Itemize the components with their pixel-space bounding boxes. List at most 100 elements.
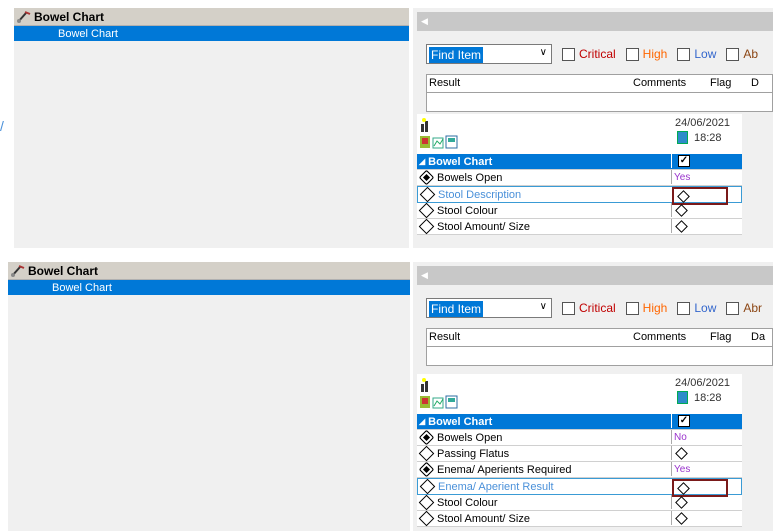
filter-abnormal[interactable]: Ab bbox=[726, 47, 758, 61]
grid-row[interactable]: Stool Amount/ Size bbox=[417, 218, 742, 235]
calendar-icon bbox=[677, 131, 688, 144]
row-label: Bowels Open bbox=[437, 431, 503, 444]
nav-item-bowel-chart[interactable]: Bowel Chart bbox=[8, 280, 410, 295]
result-list: Result Comments Flag D bbox=[426, 74, 773, 112]
find-item-dropdown[interactable]: Find Item ∨ bbox=[426, 298, 552, 318]
date-column-header[interactable]: 24/06/2021 18:28 bbox=[673, 374, 741, 414]
toolbar-icons bbox=[419, 118, 459, 150]
row-label: Stool Amount/ Size bbox=[437, 512, 530, 525]
filter-critical[interactable]: Critical bbox=[562, 47, 616, 61]
checkbox-icon[interactable] bbox=[625, 301, 639, 315]
collapse-icon[interactable]: ◢ bbox=[419, 157, 425, 166]
nav-header-label: Bowel Chart bbox=[34, 9, 105, 24]
checkbox-icon[interactable] bbox=[677, 301, 691, 315]
col-date[interactable]: Da bbox=[751, 331, 765, 343]
scroll-left-icon[interactable]: ◀ bbox=[421, 270, 428, 281]
filter-abnormal[interactable]: Abr bbox=[726, 301, 762, 315]
filter-row: Find Item ∨ Critical High Low Ab bbox=[426, 44, 758, 64]
grid-row[interactable]: Stool Colour bbox=[417, 202, 742, 219]
checkbox-icon[interactable] bbox=[562, 301, 575, 315]
section-checkbox[interactable]: ✓ bbox=[678, 415, 690, 427]
section-label: Bowel Chart bbox=[428, 155, 493, 168]
filter-high-label: High bbox=[642, 301, 668, 315]
row-value-cell[interactable] bbox=[671, 203, 730, 217]
row-label: Passing Flatus bbox=[437, 447, 510, 460]
grid-row[interactable]: Stool Amount/ Size bbox=[417, 510, 742, 527]
checkbox-icon[interactable] bbox=[726, 47, 740, 61]
date-column-header[interactable]: 24/06/2021 18:28 bbox=[673, 114, 741, 154]
row-value-cell[interactable]: Yes bbox=[671, 170, 730, 184]
find-item-dropdown[interactable]: Find Item ∨ bbox=[426, 44, 552, 64]
stethoscope-icon bbox=[10, 264, 26, 278]
diamond-icon bbox=[675, 219, 688, 233]
screenshot-panel-2: Bowel Chart Bowel Chart ◀ Find Item ∨ Cr… bbox=[0, 262, 773, 531]
row-value-cell[interactable] bbox=[671, 219, 730, 233]
grid-row[interactable]: Stool Colour bbox=[417, 494, 742, 511]
grid-row[interactable]: Passing Flatus bbox=[417, 445, 742, 462]
col-flag[interactable]: Flag bbox=[710, 331, 731, 343]
filter-high[interactable]: High bbox=[625, 47, 667, 61]
horizontal-scrollbar[interactable]: ◀ bbox=[417, 266, 773, 285]
checkbox-icon[interactable] bbox=[726, 301, 740, 315]
scroll-left-icon[interactable]: ◀ bbox=[421, 16, 428, 27]
filter-low-label: Low bbox=[694, 301, 717, 315]
row-value-cell[interactable] bbox=[671, 511, 730, 525]
nav-header[interactable]: Bowel Chart bbox=[8, 262, 410, 280]
nav-header[interactable]: Bowel Chart bbox=[14, 8, 409, 26]
diamond-icon bbox=[418, 202, 435, 219]
checkbox-icon[interactable] bbox=[625, 47, 639, 61]
col-result[interactable]: Result bbox=[429, 77, 460, 89]
section-row[interactable]: ◢ Bowel Chart ✓ bbox=[417, 414, 742, 430]
chevron-down-icon[interactable]: ∨ bbox=[540, 47, 547, 58]
nav-item-bowel-chart[interactable]: Bowel Chart bbox=[14, 26, 409, 41]
result-header: Result Comments Flag Da bbox=[427, 329, 772, 347]
diamond-icon bbox=[418, 445, 435, 462]
grid-row[interactable]: Enema/ Aperient Result bbox=[417, 478, 742, 497]
column-date: 24/06/2021 bbox=[675, 377, 731, 389]
diamond-icon bbox=[675, 446, 688, 460]
col-comments[interactable]: Comments bbox=[633, 77, 686, 89]
grid-row[interactable]: Enema/ Aperients Required Yes bbox=[417, 461, 742, 478]
filter-abnormal-label: Ab bbox=[743, 47, 759, 61]
section-checkbox[interactable]: ✓ bbox=[678, 155, 690, 167]
stethoscope-icon bbox=[16, 10, 32, 24]
row-label: Stool Colour bbox=[437, 496, 498, 509]
filter-critical[interactable]: Critical bbox=[562, 301, 616, 315]
row-label: Enema/ Aperient Result bbox=[438, 480, 554, 493]
row-value-cell[interactable]: No bbox=[671, 430, 730, 444]
row-value-cell[interactable] bbox=[671, 446, 730, 460]
col-flag[interactable]: Flag bbox=[710, 77, 731, 89]
checkbox-icon[interactable] bbox=[677, 47, 691, 61]
grid-row[interactable]: Stool Description bbox=[417, 186, 742, 205]
flowsheet-grid: 24/06/2021 18:28 ◢ Bowel Chart ✓ Bowels O… bbox=[417, 114, 742, 235]
row-label: Stool Colour bbox=[437, 204, 498, 217]
result-list: Result Comments Flag Da bbox=[426, 328, 773, 366]
filter-high[interactable]: High bbox=[625, 301, 668, 315]
find-item-value: Find Item bbox=[429, 47, 484, 63]
collapse-icon[interactable]: ◢ bbox=[419, 417, 425, 426]
row-value-cell[interactable]: Yes bbox=[671, 462, 730, 476]
grid-header: 24/06/2021 18:28 bbox=[417, 374, 742, 414]
filter-critical-label: Critical bbox=[579, 301, 616, 315]
grid-row[interactable]: Bowels Open Yes bbox=[417, 169, 742, 186]
horizontal-scrollbar[interactable]: ◀ bbox=[417, 12, 773, 31]
calendar-icon bbox=[677, 391, 688, 404]
diamond-icon bbox=[419, 478, 436, 495]
filter-low[interactable]: Low bbox=[677, 47, 716, 61]
col-date[interactable]: D bbox=[751, 77, 759, 89]
content-area: ◀ Find Item ∨ Critical High Low Abr Resu… bbox=[413, 262, 773, 531]
section-label: Bowel Chart bbox=[428, 415, 493, 428]
col-comments[interactable]: Comments bbox=[633, 331, 686, 343]
grid-row[interactable]: Bowels Open No bbox=[417, 429, 742, 446]
row-value: Yes bbox=[674, 463, 691, 475]
filter-low[interactable]: Low bbox=[677, 301, 716, 315]
edge-mark: / bbox=[0, 118, 4, 134]
chevron-down-icon[interactable]: ∨ bbox=[540, 301, 547, 312]
flowsheet-grid: 24/06/2021 18:28 ◢ Bowel Chart ✓ Bowels O… bbox=[417, 374, 742, 527]
row-value-cell[interactable] bbox=[671, 495, 730, 509]
col-result[interactable]: Result bbox=[429, 331, 460, 343]
section-row[interactable]: ◢ Bowel Chart ✓ bbox=[417, 154, 742, 170]
content-area: ◀ Find Item ∨ Critical High Low Ab Resul… bbox=[413, 8, 773, 248]
checkbox-icon[interactable] bbox=[562, 47, 575, 61]
column-date: 24/06/2021 bbox=[675, 117, 731, 129]
